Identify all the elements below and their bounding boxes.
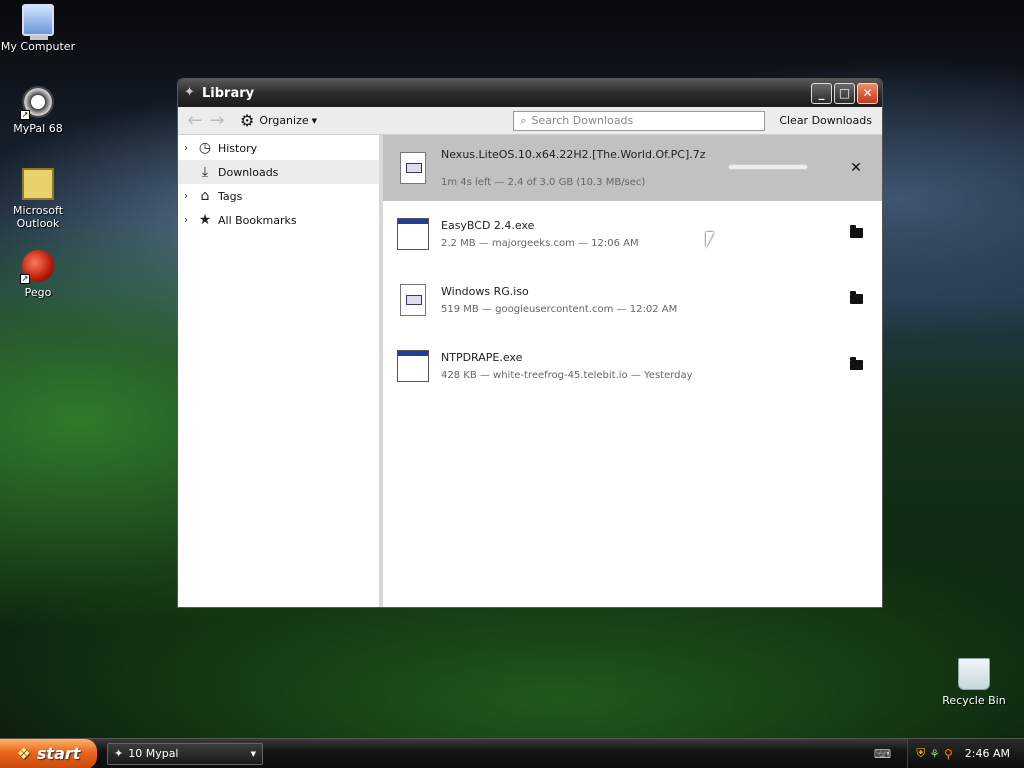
maximize-button[interactable]: □ xyxy=(834,82,855,104)
shortcut-arrow-icon: ↗ xyxy=(20,274,30,284)
clock[interactable]: 2:46 AM xyxy=(965,747,1010,760)
pego-icon: ↗ xyxy=(20,250,54,284)
chevron-down-icon: ▼ xyxy=(250,749,256,758)
minimize-button[interactable]: _ xyxy=(811,82,832,104)
sidebar-item-all-bookmarks[interactable]: › ★ All Bookmarks xyxy=(178,208,379,232)
cancel-download-button[interactable]: ✕ xyxy=(844,160,868,176)
sidebar-item-label: Downloads xyxy=(218,165,279,179)
mypal-app-icon: ✦ xyxy=(184,85,195,100)
download-item[interactable]: Windows RG.iso 519 MB — googleuserconten… xyxy=(383,267,882,333)
organize-button[interactable]: ⚙ Organize ▼ xyxy=(240,111,317,130)
sidebar-item-tags[interactable]: › ⌂ Tags xyxy=(178,184,379,208)
expand-arrow-icon[interactable]: › xyxy=(184,191,196,202)
clear-downloads-button[interactable]: Clear Downloads xyxy=(775,112,876,129)
desktop-icon-pego[interactable]: ↗ Pego xyxy=(0,250,76,299)
desktop-icon-label: Pego xyxy=(24,286,52,299)
file-application-icon xyxy=(397,350,429,382)
open-folder-button[interactable] xyxy=(844,291,868,308)
outlook-icon xyxy=(22,168,54,200)
keyboard-icon[interactable]: ⌨ xyxy=(874,747,891,761)
sidebar-item-label: All Bookmarks xyxy=(218,213,297,227)
open-folder-button[interactable] xyxy=(844,357,868,374)
network-icon[interactable]: ⚘ xyxy=(929,747,940,761)
windows-logo-icon: ❖ xyxy=(16,744,31,763)
search-placeholder: Search Downloads xyxy=(531,114,634,127)
search-icon[interactable]: ⚲ xyxy=(944,747,953,761)
chevron-down-icon: ▼ xyxy=(311,116,318,125)
back-arrow-icon[interactable]: ← xyxy=(184,110,206,131)
download-status: 1m 4s left — 2.4 of 3.0 GB (10.3 MB/sec) xyxy=(441,177,646,188)
library-window: ✦ Library _ □ ✕ ← → ⚙ Organize ▼ ⌕ Searc… xyxy=(177,78,883,608)
download-status: 428 KB — white-treefrog-45.telebit.io — … xyxy=(441,370,693,381)
desktop-icon-label: MyPal 68 xyxy=(13,122,63,135)
system-tray: ⛨ ⚘ ⚲ 2:46 AM xyxy=(907,738,1024,768)
toolbar: ← → ⚙ Organize ▼ ⌕ Search Downloads Clea… xyxy=(178,107,882,135)
download-status: 2.2 MB — majorgeeks.com — 12:06 AM xyxy=(441,238,639,249)
close-button[interactable]: ✕ xyxy=(857,82,878,104)
gear-icon: ⚙ xyxy=(240,111,255,130)
download-item[interactable]: NTPDRAPE.exe 428 KB — white-treefrog-45.… xyxy=(383,333,882,399)
folder-icon xyxy=(849,357,863,370)
expand-arrow-icon[interactable]: › xyxy=(184,143,196,154)
search-input[interactable]: ⌕ Search Downloads xyxy=(513,110,766,131)
desktop-icon-outlook[interactable]: Microsoft Outlook xyxy=(0,168,76,230)
search-icon: ⌕ xyxy=(520,113,527,127)
start-label: start xyxy=(36,744,81,763)
open-folder-button[interactable] xyxy=(844,225,868,242)
download-filename: EasyBCD 2.4.exe xyxy=(441,219,535,232)
tag-icon: ⌂ xyxy=(200,188,210,204)
start-button[interactable]: ❖ start xyxy=(0,738,97,768)
download-filename: Windows RG.iso xyxy=(441,285,529,298)
close-icon: ✕ xyxy=(850,160,862,176)
sidebar-item-history[interactable]: › ◷ History xyxy=(178,136,379,160)
file-document-icon xyxy=(400,152,426,184)
sidebar-item-label: Tags xyxy=(218,189,243,203)
mypal-icon: ↗ xyxy=(20,86,54,120)
folder-icon xyxy=(849,225,863,238)
downloads-list: Nexus.LiteOS.10.x64.22H2.[The.World.Of.P… xyxy=(383,135,882,607)
file-application-icon xyxy=(397,218,429,250)
recycle-bin-icon xyxy=(958,658,990,690)
computer-icon xyxy=(22,4,54,40)
window-title: Library xyxy=(202,85,255,101)
taskbar-button-label: 10 Mypal xyxy=(128,747,179,760)
download-item[interactable]: Nexus.LiteOS.10.x64.22H2.[The.World.Of.P… xyxy=(383,135,882,201)
sidebar-item-label: History xyxy=(218,141,258,155)
title-bar[interactable]: ✦ Library _ □ ✕ xyxy=(178,79,882,107)
download-item[interactable]: EasyBCD 2.4.exe 2.2 MB — majorgeeks.com … xyxy=(383,201,882,267)
organize-label: Organize xyxy=(259,114,309,127)
folder-icon xyxy=(849,291,863,304)
sidebar-item-downloads[interactable]: ⤓ Downloads xyxy=(178,160,379,184)
star-icon: ★ xyxy=(198,212,212,228)
desktop-icon-label: Recycle Bin xyxy=(942,694,1006,707)
security-shield-icon[interactable]: ⛨ xyxy=(916,746,925,761)
mypal-app-icon: ✦ xyxy=(114,747,124,760)
download-status: 519 MB — googleusercontent.com — 12:02 A… xyxy=(441,304,678,315)
sidebar: › ◷ History ⤓ Downloads › ⌂ Tags › ★ All… xyxy=(178,135,383,607)
download-filename: Nexus.LiteOS.10.x64.22H2.[The.World.Of.P… xyxy=(441,148,706,161)
mouse-cursor-icon xyxy=(706,232,714,248)
taskbar-button-mypal[interactable]: ✦ 10 Mypal ▼ xyxy=(107,742,263,765)
desktop-icon-mypal[interactable]: ↗ MyPal 68 xyxy=(0,86,76,135)
download-progress-bar xyxy=(728,164,808,170)
expand-arrow-icon[interactable]: › xyxy=(184,215,196,226)
desktop-icon-label: Microsoft Outlook xyxy=(12,204,64,230)
desktop-icon-label: My Computer xyxy=(0,40,76,53)
clock-icon: ◷ xyxy=(198,140,212,156)
download-icon: ⤓ xyxy=(201,164,209,180)
forward-arrow-icon[interactable]: → xyxy=(206,110,228,131)
shortcut-arrow-icon: ↗ xyxy=(20,110,30,120)
desktop-icon-my-computer[interactable]: My Computer xyxy=(0,4,76,53)
taskbar: ❖ start ✦ 10 Mypal ▼ ⌨ ⛨ ⚘ ⚲ 2:46 AM xyxy=(0,738,1024,768)
file-document-icon xyxy=(400,284,426,316)
desktop-icon-recycle-bin[interactable]: Recycle Bin xyxy=(936,658,1012,707)
download-filename: NTPDRAPE.exe xyxy=(441,351,523,364)
